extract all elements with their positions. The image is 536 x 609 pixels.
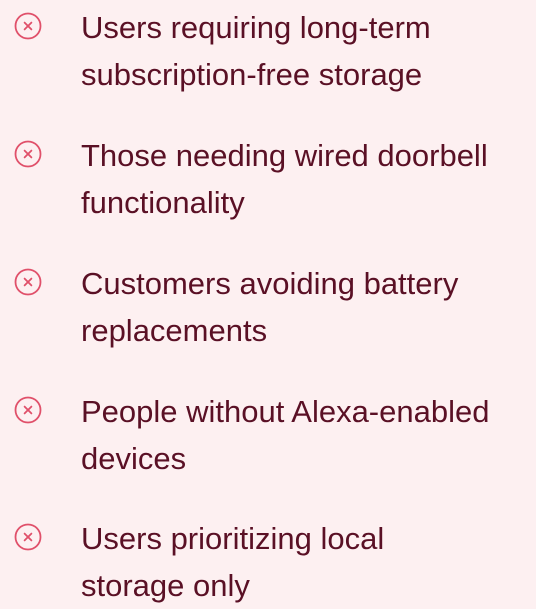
list-item-line: subscription-free storage — [81, 57, 423, 92]
list-item-text: Customers avoiding battery replacements — [81, 260, 531, 354]
list-item-line: Those needing wired doorbell — [81, 138, 488, 173]
list-item-line: Users prioritizing local — [81, 521, 385, 556]
circle-x-icon — [13, 522, 43, 552]
list-item-text: Users requiring long-term subscription-f… — [81, 4, 531, 98]
circle-x-icon — [13, 11, 43, 41]
circle-x-icon — [13, 267, 43, 297]
list-item-line: Users requiring long-term — [81, 10, 431, 45]
list-item-line: People without Alexa-enabled — [81, 394, 490, 429]
circle-x-icon — [13, 395, 43, 425]
list-item-line: Customers avoiding battery — [81, 266, 459, 301]
list-item-text: Those needing wired doorbell functionali… — [81, 132, 531, 226]
list-item-line: storage only — [81, 568, 250, 603]
list-item-line: replacements — [81, 313, 268, 348]
circle-x-icon — [13, 139, 43, 169]
list-item-text: People without Alexa-enabled devices — [81, 388, 531, 482]
not-recommended-list: Users requiring long-term subscription-f… — [0, 0, 536, 603]
list-item-line: functionality — [81, 185, 245, 220]
list-item-line: devices — [81, 441, 187, 476]
list-item-text: Users prioritizing local storage only — [81, 515, 531, 609]
